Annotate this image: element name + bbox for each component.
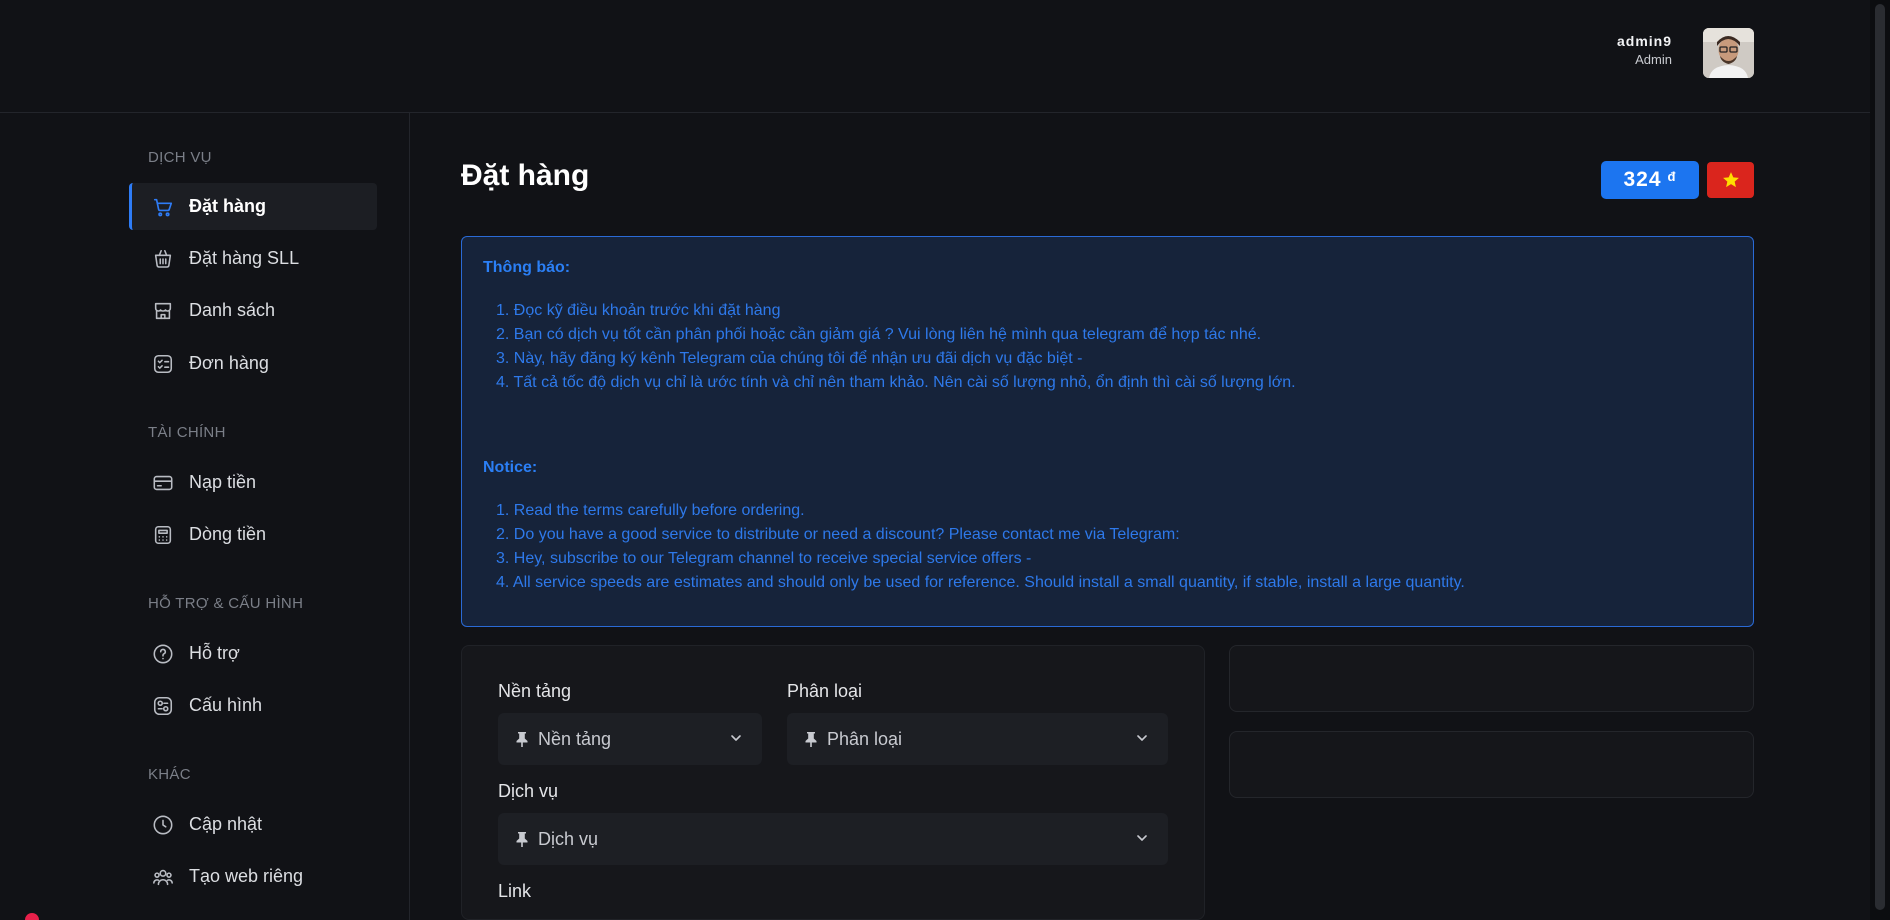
section-title-khac: KHÁC	[148, 766, 191, 783]
link-label: Link	[498, 881, 532, 901]
pin-icon	[514, 730, 530, 748]
sidebar-item-label: Hỗ trợ	[189, 643, 240, 663]
sidebar-item-label: Nạp tiền	[189, 472, 257, 492]
notice-item: 4. Tất cả tốc độ dịch vụ chỉ là ước tính…	[496, 374, 1296, 391]
pin-icon	[803, 730, 819, 748]
balance-amount: 324	[1623, 168, 1662, 191]
help-icon	[151, 642, 175, 666]
balance-currency: đ	[1667, 168, 1677, 184]
user-info[interactable]: admin9 Admin	[1617, 33, 1672, 67]
sidebar-item-nap-tien[interactable]: Nạp tiền	[129, 459, 377, 506]
sidebar-item-label: Cập nhật	[189, 814, 263, 834]
checklist-icon	[151, 352, 175, 376]
clock-icon	[151, 813, 175, 837]
top-bar: admin9 Admin	[0, 0, 1890, 113]
notice-heading-en: Notice:	[483, 459, 538, 476]
scrollbar[interactable]	[1870, 0, 1890, 920]
chevron-down-icon	[1134, 730, 1150, 751]
notice-item: 3. Này, hãy đăng ký kênh Telegram của ch…	[496, 350, 1083, 367]
settings-icon	[151, 694, 175, 718]
service-label: Dịch vụ	[498, 781, 559, 801]
category-select-value: Phân loại	[827, 728, 903, 749]
platform-select-value: Nền tảng	[538, 728, 612, 749]
info-card-top	[1229, 645, 1754, 712]
section-title-tai-chinh: TÀI CHÍNH	[148, 424, 226, 441]
store-icon	[151, 299, 175, 323]
notice-item: 2. Bạn có dịch vụ tốt cần phân phối hoặc…	[496, 326, 1262, 343]
notice-list-en: 1. Read the terms carefully before order…	[483, 499, 1732, 595]
platform-label: Nền tảng	[498, 681, 572, 701]
service-select[interactable]: Dịch vụ	[498, 813, 1168, 865]
users-icon	[151, 865, 175, 889]
notice-item: 4. All service speeds are estimates and …	[496, 574, 1465, 591]
avatar-photo-icon	[1703, 28, 1754, 78]
notice-item: 1. Đọc kỹ điều khoản trước khi đặt hàng	[496, 302, 781, 319]
page-title: Đặt hàng	[461, 159, 590, 192]
balance-button[interactable]: 324 đ	[1601, 161, 1699, 199]
notice-item: 2. Do you have a good service to distrib…	[496, 526, 1180, 543]
calculator-icon	[151, 523, 175, 547]
sidebar-item-dat-hang-sll[interactable]: Đặt hàng SLL	[129, 235, 377, 282]
platform-select[interactable]: Nền tảng	[498, 713, 762, 765]
notice-item: 3. Hey, subscribe to our Telegram channe…	[496, 550, 1032, 567]
service-select-value: Dịch vụ	[538, 828, 599, 849]
sidebar-item-label: Dòng tiền	[189, 524, 267, 544]
chevron-down-icon	[728, 730, 744, 751]
sidebar-item-dong-tien[interactable]: Dòng tiền	[129, 511, 377, 558]
chevron-down-icon	[1134, 830, 1150, 851]
card-icon	[151, 471, 175, 495]
avatar[interactable]	[1703, 28, 1754, 78]
sidebar-item-tao-web-rieng[interactable]: Tạo web riêng	[129, 853, 377, 900]
sidebar-item-don-hang[interactable]: Đơn hàng	[129, 340, 377, 387]
notification-dot[interactable]	[25, 913, 39, 920]
sidebar-item-label: Danh sách	[189, 300, 276, 320]
category-select[interactable]: Phân loại	[787, 713, 1168, 765]
sidebar-item-label: Cấu hình	[189, 695, 263, 715]
pin-icon	[514, 830, 530, 848]
category-label: Phân loại	[787, 681, 863, 701]
order-form-card: Nền tảng Nền tảng Phân loại Phân loại Dị…	[461, 645, 1205, 920]
sidebar-item-label: Đơn hàng	[189, 353, 269, 373]
sidebar-item-cap-nhat[interactable]: Cập nhật	[129, 801, 377, 848]
sidebar-item-label: Đặt hàng SLL	[189, 248, 300, 268]
sidebar-item-cau-hinh[interactable]: Cấu hình	[129, 682, 377, 729]
notice-heading-vi: Thông báo:	[483, 259, 571, 276]
notice-item: 1. Read the terms carefully before order…	[496, 502, 805, 519]
sidebar-item-label: Đặt hàng	[189, 196, 267, 216]
sidebar-item-ho-tro[interactable]: Hỗ trợ	[129, 630, 377, 677]
star-icon	[1722, 172, 1739, 188]
section-title-ho-tro-cau-hinh: HỖ TRỢ & CẤU HÌNH	[148, 595, 304, 612]
cart-icon	[151, 195, 175, 219]
section-title-dich-vu: DỊCH VỤ	[148, 149, 212, 166]
language-flag-button[interactable]	[1707, 162, 1754, 198]
user-name: admin9	[1616, 33, 1672, 49]
sidebar-item-dat-hang[interactable]: Đặt hàng	[129, 183, 377, 230]
sidebar-item-danh-sach[interactable]: Danh sách	[129, 287, 377, 334]
basket-icon	[151, 247, 175, 271]
sidebar-item-label: Tạo web riêng	[189, 866, 304, 886]
info-card-bottom	[1229, 731, 1754, 798]
notice-list-vi: 1. Đọc kỹ điều khoản trước khi đặt hàng …	[483, 299, 1732, 395]
scrollbar-thumb[interactable]	[1875, 4, 1885, 910]
user-role: Admin	[1635, 52, 1672, 67]
sidebar: DỊCH VỤ Đặt hàng Đặt hàng SLL Danh sách …	[0, 113, 410, 920]
notice-box: Thông báo: 1. Đọc kỹ điều khoản trước kh…	[461, 236, 1754, 627]
